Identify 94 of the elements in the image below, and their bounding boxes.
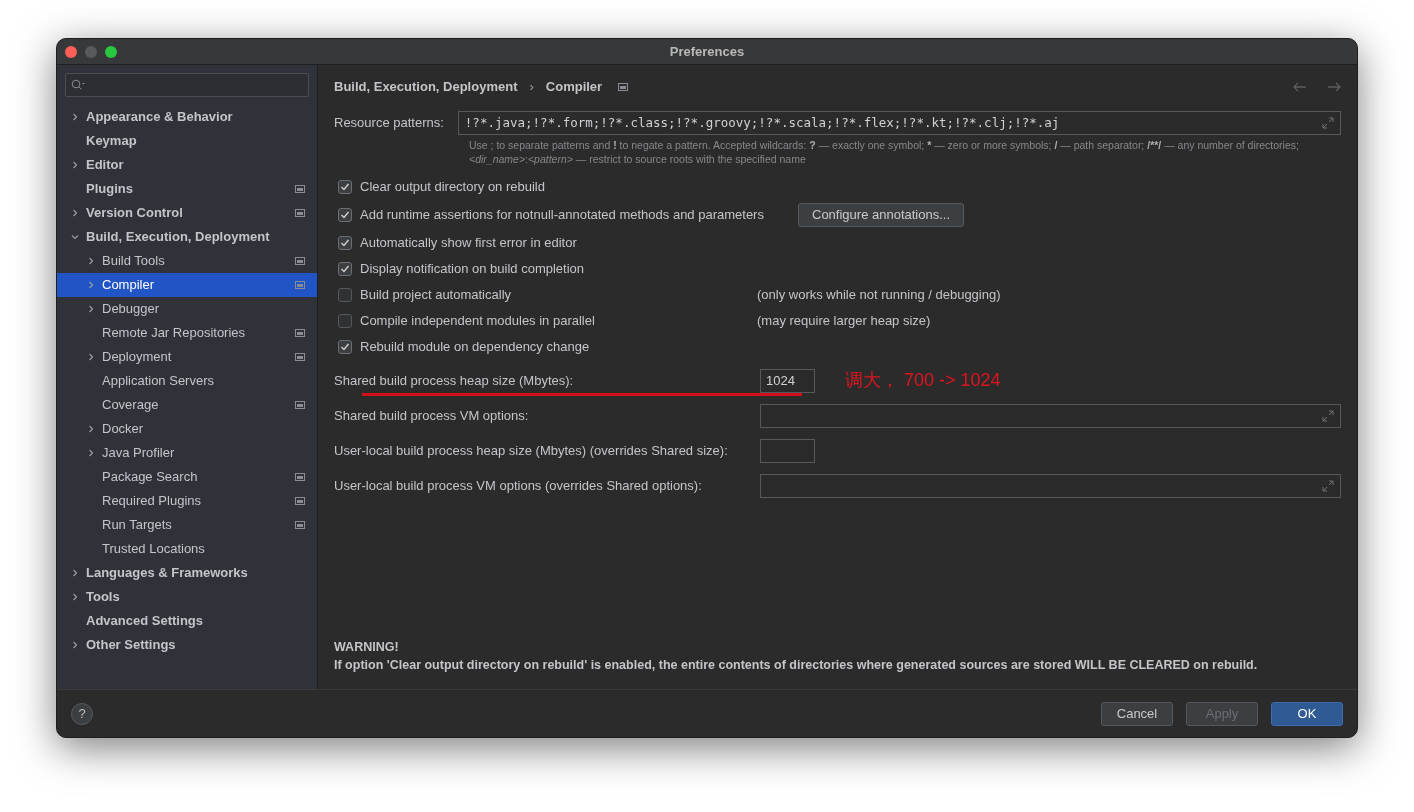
option-note: (may require larger heap size)	[757, 312, 931, 331]
chevron-right-icon[interactable]	[87, 257, 95, 265]
project-level-icon	[295, 401, 305, 409]
checkbox[interactable]	[338, 262, 352, 276]
chevron-right-icon[interactable]	[71, 113, 79, 121]
checkbox[interactable]	[338, 314, 352, 328]
search-field[interactable]	[65, 73, 309, 97]
project-level-icon	[295, 329, 305, 337]
expand-icon[interactable]	[1322, 117, 1334, 129]
breadcrumb-separator-icon: ›	[529, 77, 534, 97]
breadcrumb-item: Compiler	[545, 78, 603, 97]
sidebar-item[interactable]: Editor	[57, 153, 317, 177]
hint-text: Use ; to separate patterns and ! to negate a pattern. Accepted wildcards: ? — exactly one symbol; * — zero or more symbols; / — path separator; /**/ — any number of directories; <dir_name>:<pattern> — restrict to source roots with the specified name	[469, 138, 1300, 166]
sidebar-item[interactable]: Keymap	[57, 129, 317, 153]
warning-text: If option 'Clear output directory on rebuild' is enabled, the entire contents of directories where generated sources are stored WILL BE CLEARED on rebuild.	[334, 657, 1259, 675]
checkbox-label[interactable]: Compile independent modules in parallel	[360, 311, 595, 331]
chevron-right-icon[interactable]	[87, 281, 95, 289]
project-level-icon	[295, 209, 305, 217]
project-level-icon	[295, 473, 305, 481]
sidebar-item[interactable]: Appearance & Behavior	[57, 105, 317, 129]
expand-icon[interactable]	[1322, 479, 1334, 492]
expand-icon[interactable]	[1322, 409, 1334, 422]
chevron-right-icon[interactable]	[87, 305, 95, 313]
project-level-icon	[295, 281, 305, 289]
sidebar-item[interactable]: Other Settings	[57, 633, 317, 657]
sidebar-item[interactable]: Tools	[57, 585, 317, 609]
dialog-button[interactable]: OK	[1271, 701, 1343, 726]
project-level-icon	[295, 185, 305, 193]
breadcrumb-item: Build, Execution, Deployment	[334, 78, 518, 97]
chevron-right-icon[interactable]	[71, 641, 79, 649]
field-label: User-local build process VM options (overrides Shared options):	[334, 476, 703, 495]
chevron-right-icon[interactable]	[71, 593, 79, 601]
project-level-icon	[295, 353, 305, 361]
field-label: Resource patterns:	[334, 114, 444, 133]
project-level-icon	[618, 83, 629, 91]
warning-title: WARNING!	[334, 638, 400, 656]
sidebar-item[interactable]: Java Profiler	[57, 441, 317, 465]
sidebar-item[interactable]: Languages & Frameworks	[57, 561, 317, 585]
vm-options-field[interactable]	[760, 403, 1341, 428]
chevron-right-icon[interactable]	[71, 161, 79, 169]
configure-annotations-button[interactable]: Configure annotations...	[798, 203, 965, 227]
sidebar-item[interactable]: Compiler	[57, 273, 317, 297]
field-label: Shared build process VM options:	[334, 406, 530, 425]
chevron-right-icon[interactable]	[87, 353, 95, 361]
search-icon	[71, 79, 85, 91]
checkbox-label[interactable]: Add runtime assertions for notnull-annotated methods and parameters	[360, 205, 764, 225]
chevron-right-icon[interactable]	[71, 209, 79, 217]
checkbox[interactable]	[338, 236, 352, 250]
number-field[interactable]: 1024	[760, 368, 815, 393]
sidebar-item[interactable]: Build Tools	[57, 249, 317, 273]
project-level-icon	[295, 497, 305, 505]
sidebar-item[interactable]: Remote Jar Repositories	[57, 321, 317, 345]
sidebar-item[interactable]: Build, Execution, Deployment	[57, 225, 317, 249]
chevron-right-icon[interactable]	[71, 569, 79, 577]
checkbox[interactable]	[338, 340, 352, 354]
checkbox-label[interactable]: Clear output directory on rebuild	[360, 177, 545, 197]
chevron-right-icon[interactable]	[87, 425, 95, 433]
project-level-icon	[295, 521, 305, 529]
close-button[interactable]	[65, 45, 77, 58]
chevron-down-icon[interactable]	[71, 233, 79, 241]
checkbox-label[interactable]: Automatically show first error in editor	[360, 233, 577, 253]
number-field[interactable]	[760, 438, 815, 463]
dialog-button[interactable]: Cancel	[1101, 701, 1173, 726]
field-label: User-local build process heap size (Mbytes) (overrides Shared size):	[334, 441, 729, 460]
chevron-right-icon[interactable]	[87, 449, 95, 457]
checkbox[interactable]	[338, 208, 352, 222]
back-arrow-icon[interactable]	[1293, 82, 1307, 92]
vm-options-field[interactable]	[760, 473, 1341, 498]
checkbox[interactable]	[338, 288, 352, 302]
project-level-icon	[295, 257, 305, 265]
sidebar-item[interactable]: Application Servers	[57, 369, 317, 393]
sidebar-item[interactable]: Plugins	[57, 177, 317, 201]
sidebar-item[interactable]: Package Search	[57, 465, 317, 489]
sidebar-item[interactable]: Coverage	[57, 393, 317, 417]
checkbox[interactable]	[338, 180, 352, 194]
resource-patterns-field[interactable]: !?*.java;!?*.form;!?*.class;!?*.groovy;!?*.scala;!?*.flex;!?*.kt;!?*.clj;!?*.aj	[457, 111, 1341, 135]
zoom-button[interactable]	[105, 45, 117, 58]
sidebar-item[interactable]: Deployment	[57, 345, 317, 369]
sidebar-item[interactable]: Trusted Locations	[57, 537, 317, 561]
help-button[interactable]: ?	[71, 702, 93, 725]
sidebar-item[interactable]: Advanced Settings	[57, 609, 317, 633]
sidebar-item[interactable]: Debugger	[57, 297, 317, 321]
annotation-text: 调大， 700 -> 1024	[845, 369, 1001, 392]
window-title: Preferences	[669, 42, 745, 61]
forward-arrow-icon[interactable]	[1327, 82, 1341, 92]
option-note: (only works while not running / debugging)	[757, 286, 1001, 305]
sidebar-item[interactable]: Run Targets	[57, 513, 317, 537]
sidebar-item[interactable]: Required Plugins	[57, 489, 317, 513]
sidebar-item[interactable]: Docker	[57, 417, 317, 441]
checkbox-label[interactable]: Build project automatically	[360, 285, 512, 305]
checkbox-label[interactable]: Rebuild module on dependency change	[360, 337, 590, 357]
field-label: Shared build process heap size (Mbytes):	[334, 371, 575, 390]
sidebar-item[interactable]: Version Control	[57, 201, 317, 225]
checkbox-label[interactable]: Display notification on build completion	[360, 259, 584, 279]
